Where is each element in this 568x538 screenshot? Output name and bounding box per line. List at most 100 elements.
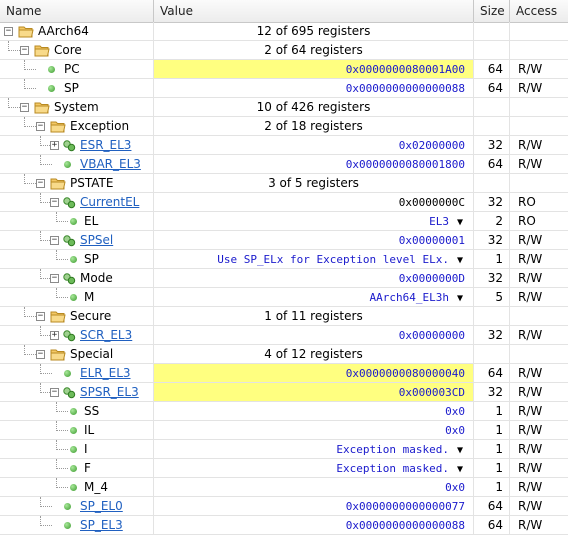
value-text: 0x02000000 [398,139,465,152]
value-cell[interactable]: Exception masked. ▼ [154,440,474,459]
column-header-size[interactable]: Size [474,0,510,22]
name-cell: SP_EL3 [0,516,154,535]
value-cell[interactable]: 0x0 [154,402,474,421]
tree-row-m[interactable]: M AArch64_EL3h ▼ 5 R/W [0,288,568,307]
tree-row-spsel[interactable]: − SPSel 0x00000001 32 R/W [0,231,568,250]
value-cell: 1 of 11 registers [154,307,474,326]
collapse-icon[interactable]: − [50,198,59,207]
dropdown-arrow-icon[interactable]: ▼ [453,213,467,230]
collapse-icon[interactable]: − [50,274,59,283]
tree-row-mode[interactable]: − Mode 0x0000000D 32 R/W [0,269,568,288]
value-text: 3 of 5 registers [268,176,359,190]
tree-guide-line [56,411,68,412]
register-link[interactable]: CurrentEL [80,193,139,211]
tree-row-secure[interactable]: − Secure 1 of 11 registers [0,307,568,326]
register-link[interactable]: SP_EL3 [80,516,123,534]
register-icon [64,370,71,377]
collapse-icon[interactable]: − [4,27,13,36]
tree-row-f[interactable]: F Exception masked. ▼ 1 R/W [0,459,568,478]
tree-row-core[interactable]: − Core 2 of 64 registers [0,41,568,60]
dropdown-arrow-icon[interactable]: ▼ [453,289,467,306]
tree-row-esr-el3[interactable]: + ESR_EL3 0x02000000 32 R/W [0,136,568,155]
collapse-icon[interactable]: − [36,122,45,131]
tree-guide-line [40,164,52,165]
folder-open-icon [34,44,50,57]
tree-row-sp-el0[interactable]: SP_EL0 0x0000000000000077 64 R/W [0,497,568,516]
value-cell[interactable]: 0x00000001 [154,231,474,250]
collapse-icon[interactable]: − [50,236,59,245]
tree-row-sp-el3[interactable]: SP_EL3 0x0000000000000088 64 R/W [0,516,568,535]
register-link[interactable]: SCR_EL3 [80,326,132,344]
value-cell[interactable]: EL3 ▼ [154,212,474,231]
value-text: 2 of 18 registers [264,119,363,133]
tree-row-pc[interactable]: PC 0x0000000080001A00 64 R/W [0,60,568,79]
value-cell[interactable]: 0x0000000C [154,193,474,212]
column-header-value[interactable]: Value [154,0,474,22]
tree-row-exception[interactable]: − Exception 2 of 18 registers [0,117,568,136]
value-cell[interactable]: 0x0 [154,478,474,497]
collapse-icon[interactable]: − [20,46,29,55]
register-link[interactable]: VBAR_EL3 [80,155,141,173]
expand-icon[interactable]: + [50,141,59,150]
value-cell[interactable]: Exception masked. ▼ [154,459,474,478]
tree-row-elr-el3[interactable]: ELR_EL3 0x0000000080000040 64 R/W [0,364,568,383]
size-cell [474,117,510,136]
size-cell: 32 [474,383,510,402]
value-cell[interactable]: 0x0000000000000088 [154,516,474,535]
collapse-icon[interactable]: − [36,350,45,359]
expand-icon[interactable]: + [50,331,59,340]
collapse-icon[interactable]: − [36,179,45,188]
folder-open-icon [50,348,66,361]
column-header-access[interactable]: Access [510,0,568,22]
tree-row-currentel[interactable]: − CurrentEL 0x0000000C 32 RO [0,193,568,212]
value-cell[interactable]: 0x0000000000000077 [154,497,474,516]
value-cell[interactable]: Use SP_ELx for Exception level ELx. ▼ [154,250,474,269]
register-link[interactable]: SPSel [80,231,113,249]
field-icon [70,294,77,301]
tree-row-system[interactable]: − System 10 of 426 registers [0,98,568,117]
value-text: 12 of 695 registers [256,24,371,38]
value-cell[interactable]: 0x0000000080001800 [154,155,474,174]
value-cell[interactable]: 0x0000000080001A00 [154,60,474,79]
size-cell [474,307,510,326]
size-cell: 2 [474,212,510,231]
tree-row-el[interactable]: EL EL3 ▼ 2 RO [0,212,568,231]
value-cell[interactable]: 0x0 [154,421,474,440]
value-cell[interactable]: 0x0000000080000040 [154,364,474,383]
collapse-icon[interactable]: − [20,103,29,112]
value-cell[interactable]: 0x02000000 [154,136,474,155]
collapse-icon[interactable]: − [36,312,45,321]
tree-row-spsr-el3[interactable]: − SPSR_EL3 0x000003CD 32 R/W [0,383,568,402]
tree-row-sp[interactable]: SP 0x0000000000000088 64 R/W [0,79,568,98]
tree-row-scr-el3[interactable]: + SCR_EL3 0x00000000 32 R/W [0,326,568,345]
register-link[interactable]: ESR_EL3 [80,136,131,154]
collapse-icon[interactable]: − [50,388,59,397]
register-link[interactable]: ELR_EL3 [80,364,131,382]
value-cell[interactable]: AArch64_EL3h ▼ [154,288,474,307]
value-cell[interactable]: 0x00000000 [154,326,474,345]
tree-row-sp-field[interactable]: SP Use SP_ELx for Exception level ELx. ▼ 1 R… [0,250,568,269]
dropdown-arrow-icon[interactable]: ▼ [453,251,467,268]
access-cell [510,307,568,326]
tree-row-aarch64[interactable]: − AArch64 12 of 695 registers [0,22,568,41]
name-cell: − SPSel [0,231,154,250]
tree-row-special[interactable]: − Special 4 of 12 registers [0,345,568,364]
tree-row-vbar-el3[interactable]: VBAR_EL3 0x0000000080001800 64 R/W [0,155,568,174]
value-cell[interactable]: 0x000003CD [154,383,474,402]
dropdown-arrow-icon[interactable]: ▼ [453,460,467,477]
value-cell[interactable]: 0x0000000000000088 [154,79,474,98]
tree-row-i[interactable]: I Exception masked. ▼ 1 R/W [0,440,568,459]
register-link[interactable]: SP_EL0 [80,497,123,515]
row-label: M_4 [84,480,108,494]
tree-row-il[interactable]: IL 0x0 1 R/W [0,421,568,440]
value-cell[interactable]: 0x0000000D [154,269,474,288]
tree-row-m-4[interactable]: M_4 0x0 1 R/W [0,478,568,497]
access-cell: R/W [510,60,568,79]
access-cell [510,174,568,193]
column-header-name[interactable]: Name [0,0,154,22]
row-label: I [84,442,88,456]
register-link[interactable]: SPSR_EL3 [80,383,139,401]
tree-row-ss[interactable]: SS 0x0 1 R/W [0,402,568,421]
tree-row-pstate[interactable]: − PSTATE 3 of 5 registers [0,174,568,193]
dropdown-arrow-icon[interactable]: ▼ [453,441,467,458]
